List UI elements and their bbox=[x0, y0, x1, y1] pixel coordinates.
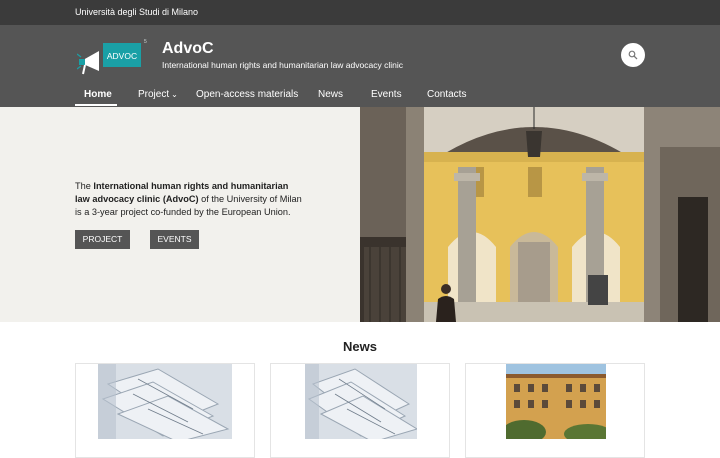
news-card[interactable] bbox=[270, 363, 450, 458]
site-title[interactable]: AdvoC bbox=[162, 40, 214, 58]
active-nav-indicator bbox=[75, 104, 117, 106]
news-card-image-newspapers bbox=[305, 364, 417, 439]
site-subtitle: International human rights and humanitar… bbox=[162, 60, 403, 70]
search-icon bbox=[628, 50, 638, 60]
main-nav: Home Project ⌄ Open-access materials News… bbox=[0, 85, 720, 107]
top-bar: Università degli Studi di Milano bbox=[0, 0, 720, 25]
nav-open-access-materials[interactable]: Open-access materials bbox=[196, 89, 298, 100]
nav-contacts[interactable]: Contacts bbox=[427, 89, 466, 100]
advoc-logo[interactable]: ADVOC 5 bbox=[77, 38, 151, 76]
hero-text-prefix: The bbox=[75, 181, 94, 191]
university-link[interactable]: Università degli Studi di Milano bbox=[75, 7, 198, 17]
nav-news[interactable]: News bbox=[318, 89, 343, 100]
nav-project-label: Project bbox=[138, 89, 170, 100]
site-header: ADVOC 5 AdvoC International human rights… bbox=[0, 25, 720, 107]
news-card[interactable] bbox=[75, 363, 255, 458]
nav-home[interactable]: Home bbox=[84, 89, 112, 100]
search-button[interactable] bbox=[621, 43, 645, 67]
events-button[interactable]: EVENTS bbox=[150, 230, 199, 249]
logo-text: ADVOC bbox=[107, 51, 137, 61]
news-section-title: News bbox=[343, 339, 377, 354]
hero-section: The International human rights and human… bbox=[0, 107, 720, 322]
news-card-image-newspapers bbox=[98, 364, 232, 439]
nav-project[interactable]: Project ⌄ bbox=[138, 89, 178, 100]
nav-events[interactable]: Events bbox=[371, 89, 402, 100]
project-button[interactable]: PROJECT bbox=[75, 230, 130, 249]
hero-description: The International human rights and human… bbox=[75, 180, 305, 220]
svg-text:5: 5 bbox=[144, 39, 147, 45]
news-card[interactable] bbox=[465, 363, 645, 458]
chevron-down-icon: ⌄ bbox=[171, 90, 178, 99]
megaphone-icon bbox=[77, 51, 99, 75]
hero-image-courtyard bbox=[360, 107, 720, 322]
news-card-image-building bbox=[506, 364, 606, 439]
